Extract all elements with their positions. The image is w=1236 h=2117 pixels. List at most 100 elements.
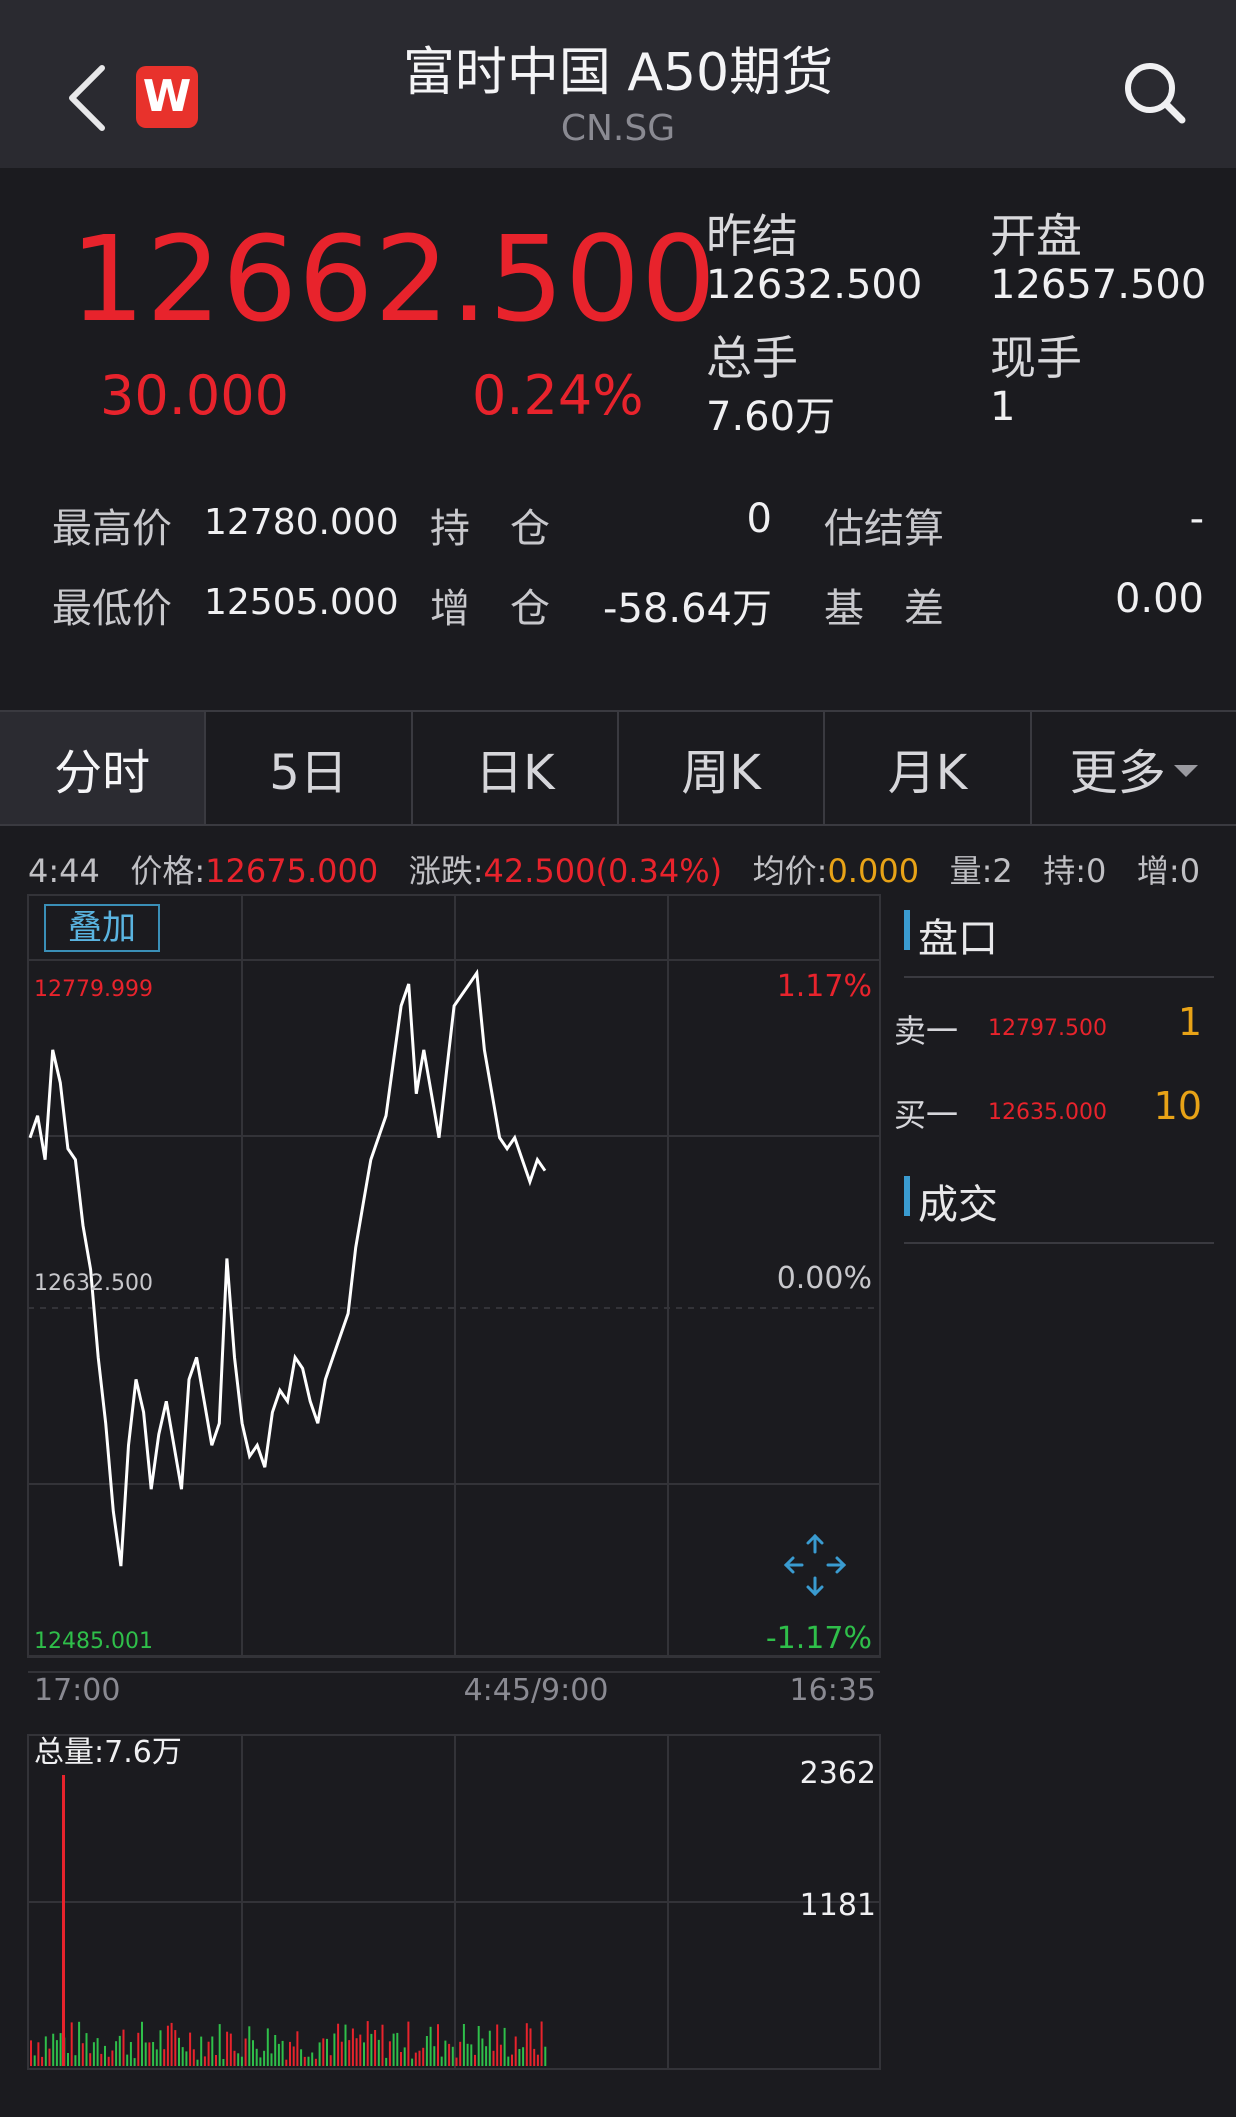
ask-quantity: 1 [1177, 1000, 1202, 1044]
low-value: 12505.000 [204, 582, 399, 623]
volume-bar [511, 2054, 513, 2066]
pct-axis-high: 1.17% [777, 969, 872, 1004]
volume-bar [207, 2041, 210, 2066]
volume-bar [289, 2041, 291, 2066]
tab-intraday[interactable]: 分时 [0, 712, 207, 824]
tab-label: 周K [681, 745, 761, 801]
volume-bar [152, 2042, 155, 2066]
volume-bar [300, 2049, 303, 2066]
intraday-chart[interactable]: 12779.999 12632.500 12485.001 1.17% 0.00… [0, 890, 1236, 2090]
prev-settle-label: 昨结 [706, 209, 798, 263]
bid-price: 12635.000 [988, 1100, 1107, 1125]
bid-quantity: 10 [1153, 1084, 1202, 1128]
back-button[interactable] [60, 58, 120, 138]
volume-bar [148, 2042, 151, 2066]
tab-weekly-k[interactable]: 周K [619, 712, 826, 824]
volume-bar [351, 2028, 354, 2066]
tab-5day[interactable]: 5日 [206, 712, 413, 824]
volume-bar [481, 2038, 484, 2066]
volume-bar [285, 2059, 288, 2066]
info-change: 42.500(0.34%) [483, 852, 723, 890]
x-axis-start: 17:00 [34, 1673, 120, 1708]
volume-bar [377, 2039, 380, 2066]
section-marker [904, 1176, 910, 1216]
instrument-code: CN.SG [560, 108, 676, 149]
volume-bar [52, 2033, 55, 2066]
move-arrows-icon[interactable] [780, 1530, 850, 1600]
volume-bar [433, 2046, 436, 2066]
volume-bar [474, 2054, 476, 2066]
volume-bar [259, 2057, 262, 2066]
volume-bar [359, 2034, 362, 2066]
info-inc: 0 [1179, 852, 1201, 890]
volume-bar [166, 2025, 169, 2066]
volume-bar [33, 2055, 36, 2066]
crosshair-info-line: 4:44 价格:12675.000 涨跌:42.500(0.34%) 均价:0.… [28, 846, 1200, 892]
info-price-label: 价格: [130, 852, 206, 890]
volume-bar [118, 2035, 121, 2066]
divider [904, 1242, 1214, 1244]
volume-bar [318, 2042, 321, 2066]
tab-monthly-k[interactable]: 月K [825, 712, 1032, 824]
est-settle-label: 估结算 [824, 506, 944, 552]
volume-bar [129, 2042, 132, 2066]
volume-bar [74, 2055, 77, 2066]
volume-bar [329, 2055, 332, 2066]
volume-bar [470, 2044, 473, 2066]
volume-bar [437, 2024, 439, 2066]
tab-label: 月K [887, 745, 968, 801]
price-line [28, 968, 547, 1567]
volume-bar [444, 2040, 447, 2066]
volume-bar [55, 2040, 58, 2066]
y-axis-high: 12779.999 [34, 977, 153, 1002]
info-avg: 0.000 [827, 852, 920, 890]
info-vol: 2 [992, 852, 1013, 890]
volume-bar [67, 2053, 69, 2066]
info-change-label: 涨跌: [408, 852, 484, 890]
tab-daily-k[interactable]: 日K [413, 712, 619, 824]
volume-bar [240, 2056, 243, 2066]
volume-bars [30, 1775, 547, 2066]
volume-bar [411, 2058, 414, 2066]
volume-bar [459, 2041, 462, 2066]
open-label: 开盘 [990, 209, 1082, 263]
instrument-title: 富时中国 A50期货 [402, 43, 834, 103]
volume-bar [92, 2042, 95, 2066]
volume-bar [348, 2040, 351, 2066]
volume-bar [237, 2053, 240, 2066]
tab-label: 分时 [54, 745, 151, 801]
search-button[interactable] [1120, 58, 1190, 128]
last-price: 12662.500 [70, 210, 718, 348]
volume-bar [174, 2030, 177, 2066]
volume-bar [270, 2053, 273, 2066]
volume-bar [414, 2052, 417, 2066]
volume-bar [307, 2056, 310, 2066]
volume-bar [529, 2028, 532, 2066]
volume-bar [292, 2046, 295, 2066]
volume-bar [485, 2046, 488, 2066]
volume-bar [540, 2021, 543, 2066]
search-icon [1125, 63, 1186, 124]
volume-bar [159, 2030, 162, 2066]
volume-bar [392, 2033, 395, 2066]
volume-bar [170, 2022, 173, 2066]
volume-bar [37, 2042, 40, 2066]
volume-bar [503, 2027, 506, 2066]
overlay-button[interactable]: 叠加 [44, 904, 160, 952]
info-inc-label: 增: [1136, 852, 1180, 890]
volume-bar [522, 2047, 525, 2066]
volume-bar [141, 2021, 143, 2066]
orderbook-title: 盘口 [918, 916, 998, 962]
volume-bar [422, 2047, 425, 2066]
volume-bar [499, 2044, 502, 2066]
volume-bar [163, 2049, 166, 2066]
open-value: 12657.500 [990, 262, 1207, 308]
volume-bar [544, 2046, 547, 2066]
high-value: 12780.000 [204, 502, 399, 543]
tab-more[interactable]: 更多 [1032, 712, 1236, 824]
high-label: 最高价 [52, 506, 172, 552]
volume-bar [296, 2031, 299, 2066]
volume-bar [48, 2048, 51, 2066]
volume-bar [89, 2053, 92, 2066]
basis-value: 0.00 [1114, 576, 1204, 622]
